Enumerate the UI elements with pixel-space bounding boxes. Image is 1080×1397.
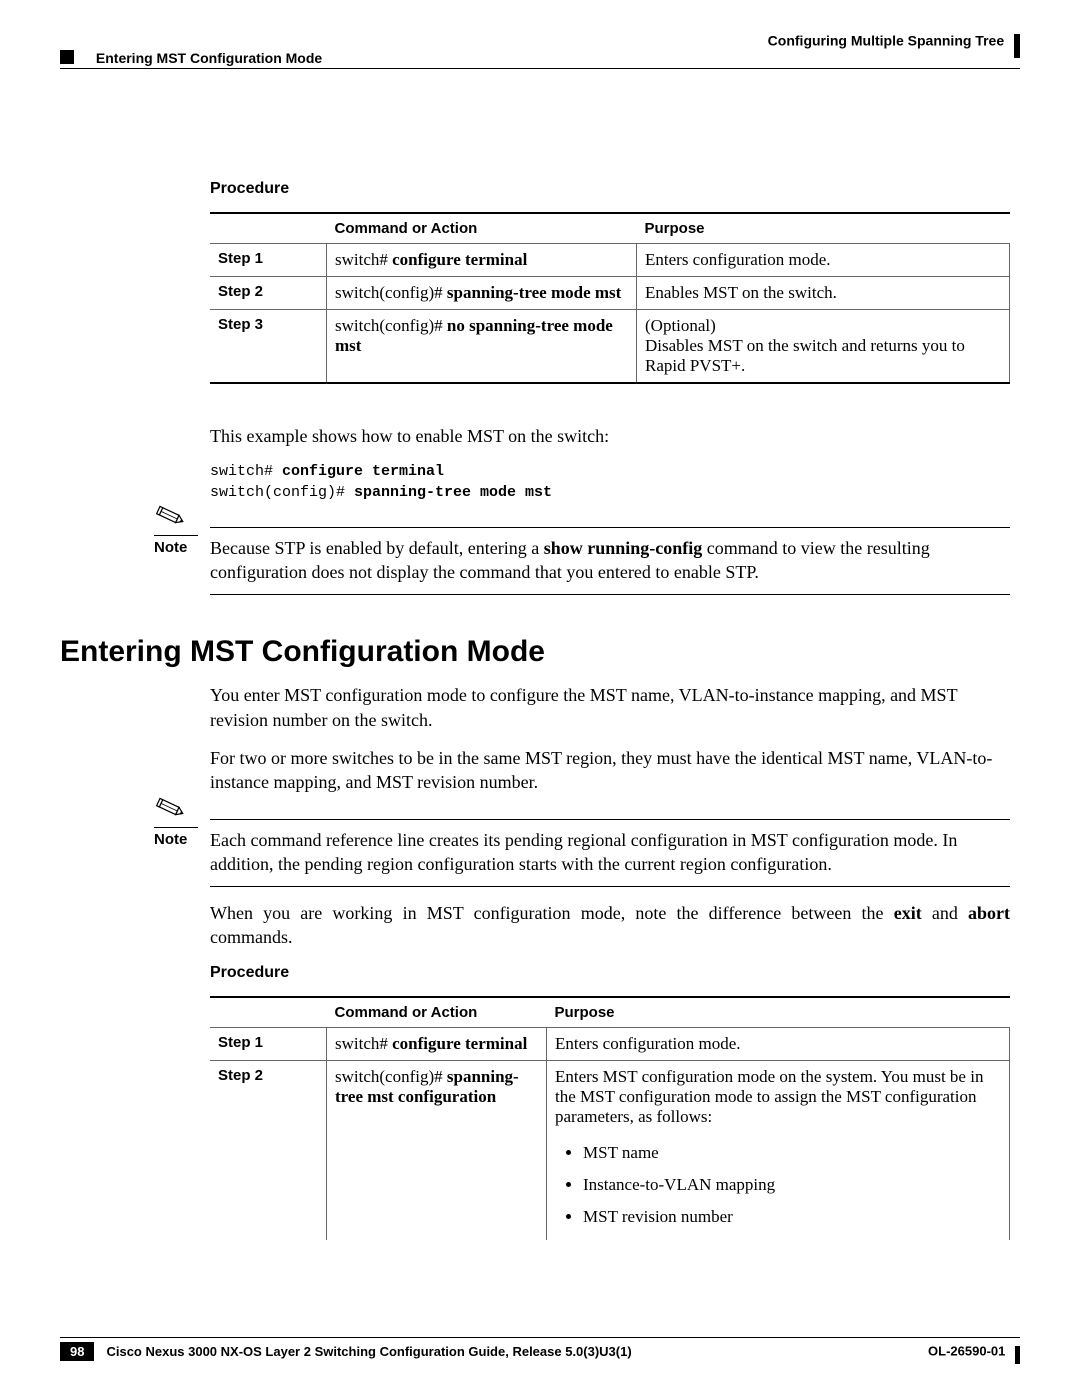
step-label: Step 3 xyxy=(210,310,327,384)
header-bar-icon xyxy=(1014,34,1020,58)
footer-right: OL-26590-01 xyxy=(928,1343,1020,1361)
command-cell: switch(config)# spanning-tree mode mst xyxy=(327,277,637,310)
table-header-blank xyxy=(210,213,327,244)
purpose-cell: Enters MST configuration mode on the sys… xyxy=(547,1060,1010,1239)
note-icon-underline xyxy=(154,535,198,536)
section-heading: Entering MST Configuration Mode xyxy=(60,635,1010,669)
note-top-rule xyxy=(210,527,1010,528)
header-section-title: Entering MST Configuration Mode xyxy=(60,50,322,66)
page-number: 98 xyxy=(60,1342,94,1361)
table-row: Step 3 switch(config)# no spanning-tree … xyxy=(210,310,1010,384)
step-label: Step 1 xyxy=(210,1027,327,1060)
note-pencil-icon xyxy=(154,791,188,825)
command-cell: switch(config)# no spanning-tree mode ms… xyxy=(327,310,637,384)
header-chapter-title: Configuring Multiple Spanning Tree xyxy=(768,30,1020,54)
header-rule xyxy=(60,68,1020,69)
note-block-1: Note Because STP is enabled by default, … xyxy=(210,527,1010,596)
body-paragraph: For two or more switches to be in the sa… xyxy=(210,746,1010,795)
header-section-text: Entering MST Configuration Mode xyxy=(96,50,322,66)
purpose-cell: Enters configuration mode. xyxy=(547,1027,1010,1060)
example-intro: This example shows how to enable MST on … xyxy=(210,424,1010,448)
note-body: Each command reference line creates its … xyxy=(210,828,1010,888)
body-paragraph: You enter MST configuration mode to conf… xyxy=(210,683,1010,732)
step-label: Step 1 xyxy=(210,244,327,277)
page-footer: 98 Cisco Nexus 3000 NX-OS Layer 2 Switch… xyxy=(60,1337,1020,1361)
header-square-icon xyxy=(60,50,74,64)
note-label: Note xyxy=(154,831,187,848)
command-cell: switch# configure terminal xyxy=(327,1027,547,1060)
table-row: Step 1 switch# configure terminal Enters… xyxy=(210,1027,1010,1060)
note-label: Note xyxy=(154,539,187,556)
footer-left: 98 Cisco Nexus 3000 NX-OS Layer 2 Switch… xyxy=(60,1342,632,1361)
list-item: MST revision number xyxy=(583,1201,1001,1233)
procedure-table-2: Command or Action Purpose Step 1 switch#… xyxy=(210,996,1010,1240)
step-label: Step 2 xyxy=(210,277,327,310)
command-cell: switch# configure terminal xyxy=(327,244,637,277)
table-header-purpose: Purpose xyxy=(547,997,1010,1028)
footer-rule xyxy=(60,1337,1020,1338)
table-header-purpose: Purpose xyxy=(637,213,1010,244)
purpose-cell: Enables MST on the switch. xyxy=(637,277,1010,310)
command-cell: switch(config)# spanning-tree mst config… xyxy=(327,1060,547,1239)
code-block: switch# configure terminal switch(config… xyxy=(210,462,1010,503)
table-row: Step 2 switch(config)# spanning-tree mst… xyxy=(210,1060,1010,1239)
footer-doc-id: OL-26590-01 xyxy=(928,1343,1005,1358)
note-block-2: Note Each command reference line creates… xyxy=(210,819,1010,888)
header-chapter-text: Configuring Multiple Spanning Tree xyxy=(768,33,1004,49)
procedure-heading-2: Procedure xyxy=(210,964,1010,982)
note-icon-underline xyxy=(154,827,198,828)
footer-doc-title: Cisco Nexus 3000 NX-OS Layer 2 Switching… xyxy=(106,1344,631,1359)
table-header-blank xyxy=(210,997,327,1028)
table-row: Step 2 switch(config)# spanning-tree mod… xyxy=(210,277,1010,310)
purpose-cell: Enters configuration mode. xyxy=(637,244,1010,277)
page-header: Configuring Multiple Spanning Tree Enter… xyxy=(60,30,1020,70)
list-item: MST name xyxy=(583,1137,1001,1169)
body-paragraph: When you are working in MST configuratio… xyxy=(210,901,1010,950)
note-body: Because STP is enabled by default, enter… xyxy=(210,536,1010,596)
procedure-heading-1: Procedure xyxy=(210,180,1010,198)
note-top-rule xyxy=(210,819,1010,820)
table-header-command: Command or Action xyxy=(327,213,637,244)
footer-bar-icon xyxy=(1015,1346,1020,1364)
note-pencil-icon xyxy=(154,499,188,533)
table-row: Step 1 switch# configure terminal Enters… xyxy=(210,244,1010,277)
step-label: Step 2 xyxy=(210,1060,327,1239)
procedure-table-1: Command or Action Purpose Step 1 switch#… xyxy=(210,212,1010,384)
table-header-command: Command or Action xyxy=(327,997,547,1028)
purpose-cell: (Optional) Disables MST on the switch an… xyxy=(637,310,1010,384)
list-item: Instance-to-VLAN mapping xyxy=(583,1169,1001,1201)
